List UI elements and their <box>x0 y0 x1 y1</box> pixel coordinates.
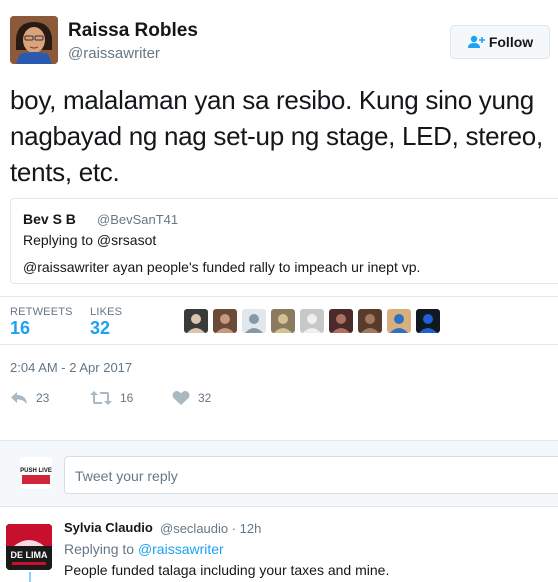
liker-avatar[interactable] <box>329 309 353 333</box>
reply-tweet[interactable]: DE LIMA Sylvia Claudio @seclaudio · 12h … <box>0 506 558 582</box>
reply-text: People funded talaga including your taxe… <box>64 562 390 578</box>
quoted-text: @raissawriter ayan people's funded rally… <box>23 259 421 275</box>
reply-bar: PUSH LIVE Tweet your reply <box>0 440 558 506</box>
liker-avatar[interactable] <box>271 309 295 333</box>
heart-icon <box>172 390 190 406</box>
divider <box>0 296 558 297</box>
liker-avatar[interactable] <box>213 309 237 333</box>
reply-icon <box>10 390 28 406</box>
retweet-count: 16 <box>120 391 134 405</box>
author-avatar[interactable] <box>10 16 58 64</box>
quoted-author-name: Bev S B <box>23 211 76 227</box>
like-count: 32 <box>198 391 212 405</box>
add-user-icon <box>467 35 485 49</box>
author-name[interactable]: Raissa Robles <box>68 20 198 42</box>
like-action[interactable]: 32 <box>172 390 211 406</box>
reply-avatar-text: PUSH LIVE <box>20 468 52 474</box>
quoted-tweet[interactable]: Bev S B @BevSanT41 Replying to @srsasot … <box>10 198 558 284</box>
reply-input[interactable]: Tweet your reply <box>64 456 558 494</box>
reply-action[interactable]: 23 <box>10 390 49 406</box>
retweets-label: RETWEETS <box>10 306 73 318</box>
reply-avatar-text: DE LIMA <box>11 550 48 560</box>
retweet-icon <box>90 390 112 406</box>
divider <box>0 344 558 345</box>
likes-count[interactable]: 32 <box>90 318 110 339</box>
liker-avatar[interactable] <box>416 309 440 333</box>
tweet-timestamp[interactable]: 2:04 AM - 2 Apr 2017 <box>10 360 132 375</box>
liker-avatar[interactable] <box>184 309 208 333</box>
reply-count: 23 <box>36 391 50 405</box>
reply-author-name[interactable]: Sylvia Claudio <box>64 520 153 535</box>
quoted-replying-to: Replying to @srsasot <box>23 232 157 248</box>
liker-avatar[interactable] <box>300 309 324 333</box>
likes-label: LIKES <box>90 306 123 318</box>
tweet-text: boy, malalaman yan sa resibo. Kung sino … <box>10 85 543 187</box>
quoted-author-handle: @BevSanT41 <box>97 212 179 227</box>
liker-avatar[interactable] <box>358 309 382 333</box>
reply-author-avatar[interactable]: DE LIMA <box>6 524 52 570</box>
retweet-action[interactable]: 16 <box>90 390 133 406</box>
current-user-avatar: PUSH LIVE <box>20 457 52 489</box>
replying-handle-link[interactable]: @raissawriter <box>138 541 224 557</box>
author-handle[interactable]: @raissawriter <box>68 45 160 62</box>
follow-button[interactable]: Follow <box>450 25 550 59</box>
liker-avatar[interactable] <box>387 309 411 333</box>
reply-replying-to: Replying to @raissawriter <box>64 541 224 557</box>
follow-label: Follow <box>488 34 534 50</box>
thread-line <box>29 572 31 582</box>
retweets-count[interactable]: 16 <box>10 318 30 339</box>
liker-avatars <box>184 309 440 333</box>
reply-author-meta[interactable]: @seclaudio · 12h <box>160 521 261 536</box>
liker-avatar[interactable] <box>242 309 266 333</box>
tweet-header: Raissa Robles @raissawriter Follow <box>10 16 550 72</box>
replying-prefix: Replying to <box>64 541 135 557</box>
